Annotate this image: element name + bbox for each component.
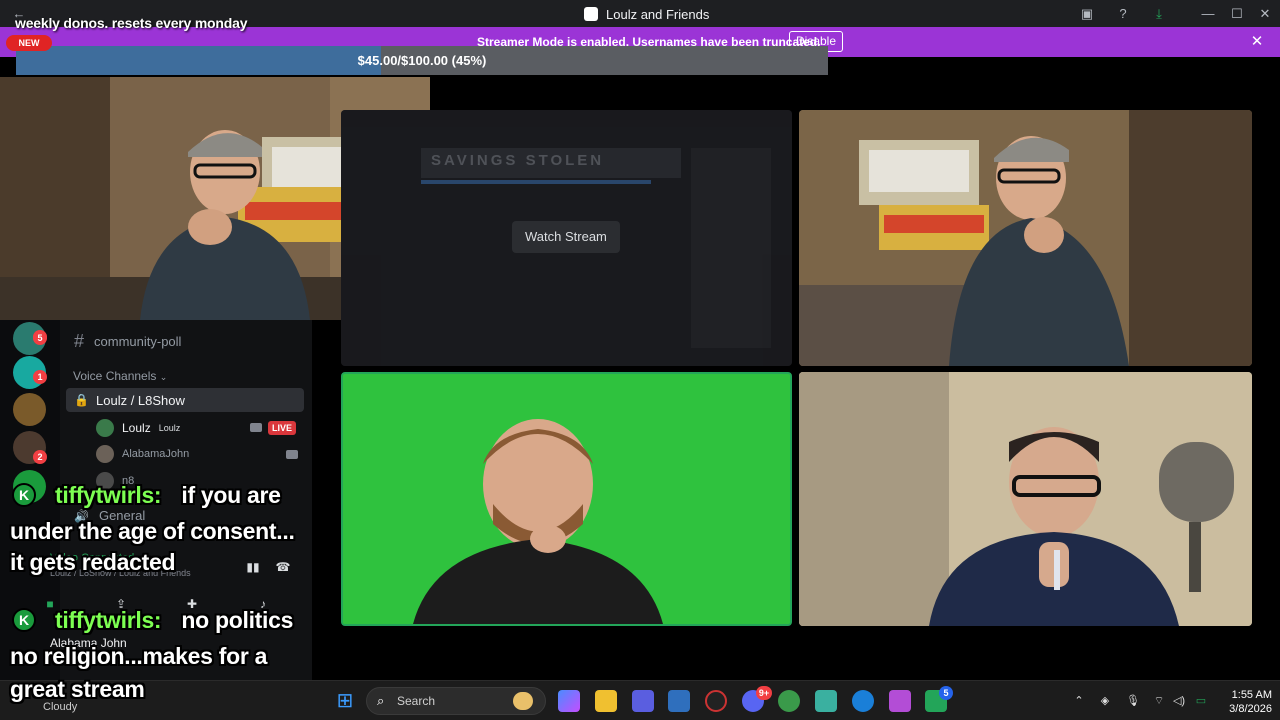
microphone-icon[interactable]: 🎙 (1126, 694, 1140, 708)
voice-channels-label: Voice Channels (73, 369, 157, 383)
screen: ← Loulz and Friends ▣ ? ⤓ — ☐ ✕ Streamer… (0, 0, 1280, 720)
chat-message-2-line-2: no religion...makes for a (10, 643, 268, 669)
shield-icon[interactable]: ◈ (1098, 694, 1112, 708)
discord-badge: 9+ (756, 686, 772, 700)
xbox-badge: 5 (939, 686, 953, 700)
chat-message-1-line-2: under the age of consent... (10, 518, 295, 544)
chat-message-2-line-1: tiffytwirls: no politics (55, 607, 293, 634)
app-icon-globe[interactable] (815, 690, 837, 712)
voice-user-tag: Loulz (158, 423, 181, 433)
voice-user-alabamajohn[interactable]: AlabamaJohn (96, 444, 189, 464)
chat-username: tiffytwirls: (55, 607, 162, 633)
server-badge-b: 1 (33, 370, 47, 384)
live-badge: LIVE (268, 421, 297, 435)
camera-icon (286, 450, 298, 459)
taskbar-search[interactable]: ⌕ Search (366, 687, 546, 715)
watch-stream-button[interactable]: Watch Stream (512, 221, 620, 253)
minimize-button[interactable]: — (1198, 4, 1218, 24)
clock-date: 3/8/2026 (1229, 703, 1272, 715)
server-icon-3[interactable] (13, 393, 46, 426)
teams-icon[interactable] (632, 690, 654, 712)
voice-channel-name: Loulz / L8Show (96, 393, 185, 408)
help-icon[interactable]: ? (1114, 5, 1132, 23)
battery-icon[interactable]: ▭ (1194, 694, 1208, 708)
participant-tile-3[interactable] (341, 372, 792, 626)
chevron-up-icon[interactable]: ⌃ (1072, 694, 1086, 708)
voice-channel-loulz[interactable]: 🔒 Loulz / L8Show (66, 388, 304, 412)
close-window-button[interactable]: ✕ (1255, 4, 1275, 24)
new-badge: NEW (6, 35, 52, 51)
kick-icon: K (12, 608, 36, 632)
window-title-group: Loulz and Friends (584, 5, 709, 23)
voice-user-name: Loulz (122, 421, 151, 435)
search-icon: ⌕ (377, 693, 385, 708)
close-icon[interactable]: ✕ (1248, 33, 1266, 51)
chat-text: no politics (181, 607, 294, 633)
stream-preview-tile[interactable]: SAVINGS STOLEN Watch Stream (341, 110, 792, 366)
inbox-icon[interactable]: ▣ (1078, 5, 1096, 23)
chat-message-2-line-3: great stream (10, 676, 145, 702)
window-title: Loulz and Friends (606, 6, 710, 22)
search-placeholder: Search (397, 694, 436, 708)
chevron-down-icon: ⌄ (159, 372, 168, 382)
channel-community-poll[interactable]: # community-poll (74, 331, 181, 352)
voice-channels-header[interactable]: Voice Channels ⌄ (73, 369, 167, 383)
obs-icon[interactable] (705, 690, 727, 712)
copilot-icon[interactable] (558, 690, 580, 712)
chat-username: tiffytwirls: (55, 482, 162, 508)
chrome-icon[interactable] (778, 690, 800, 712)
lock-icon: 🔒 (74, 393, 89, 407)
edge-icon[interactable] (852, 690, 874, 712)
stream-preview-text: SAVINGS STOLEN (431, 152, 605, 169)
clock-time: 1:55 AM (1231, 689, 1272, 701)
windows-start-icon[interactable]: ⊞ (334, 690, 356, 712)
chat-message-1-line-1: tiffytwirls: if you are (55, 482, 281, 509)
donation-title: weekly donos. resets every monday (15, 15, 248, 31)
file-explorer-icon[interactable] (595, 690, 617, 712)
wifi-icon[interactable]: ⌔ (1152, 694, 1166, 708)
volume-icon[interactable]: ◁) (1172, 694, 1186, 708)
participant-video-3 (343, 374, 790, 624)
taskbar: Cloudy ⊞ ⌕ Search 9+ 5 ⌃ ◈ 🎙 ⌔ ◁) ▭ 1:55… (0, 680, 1280, 720)
channel-name: community-poll (94, 334, 182, 349)
kick-icon: K (12, 483, 36, 507)
participant-tile-4[interactable] (799, 372, 1252, 626)
store-icon[interactable] (668, 690, 690, 712)
server-badge-c: 2 (33, 450, 47, 464)
chat-text: if you are (181, 482, 281, 508)
disconnect-icon[interactable]: ☎ (273, 560, 293, 576)
discord-logo-icon (584, 7, 598, 21)
signal-icon[interactable]: ▮▮ (243, 560, 263, 576)
voice-user-loulz[interactable]: Loulz Loulz (96, 418, 180, 438)
camera-icon (250, 423, 262, 432)
chat-message-1-line-3: it gets redacted (10, 549, 176, 575)
donation-progress-text: $45.00/$100.00 (45%) (357, 53, 487, 68)
participant-video-2 (799, 110, 1252, 366)
hashtag-icon: # (74, 331, 85, 351)
avatar (96, 445, 114, 463)
voice-user-name: AlabamaJohn (122, 448, 190, 460)
donation-progress-bar: $45.00/$100.00 (45%) (16, 46, 828, 75)
download-icon[interactable]: ⤓ (1150, 5, 1168, 23)
maximize-button[interactable]: ☐ (1227, 4, 1247, 24)
search-highlight-icon (513, 692, 533, 710)
avatar (96, 419, 114, 437)
participant-video-4 (799, 372, 1252, 626)
participant-tile-2[interactable] (799, 110, 1252, 366)
server-badge-a: 5 (33, 331, 47, 345)
taskbar-clock[interactable]: 1:55 AM 3/8/2026 (1214, 688, 1272, 716)
app-icon-purple[interactable] (889, 690, 911, 712)
